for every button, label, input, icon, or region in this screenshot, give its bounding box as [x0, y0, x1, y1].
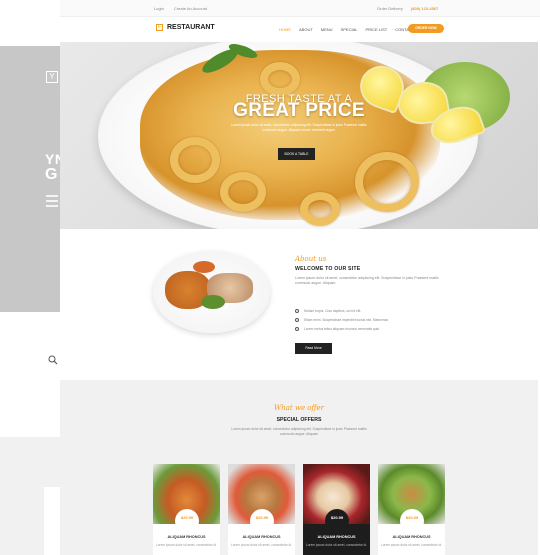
check-icon — [295, 326, 299, 331]
offer-name: ALIQUAM RHONCUS — [392, 535, 431, 539]
offer-desc: Lorem ipsum dolor sit amet, consectetur … — [381, 543, 442, 547]
list-item: Lorem metus tellus aliquam rhoncus venen… — [295, 324, 388, 333]
background-block — [0, 437, 60, 555]
welcome-text: Lorem ipsum dolor sit amet, consectetur … — [295, 276, 439, 285]
offers-script-heading: What we offer — [274, 404, 324, 412]
offer-card[interactable]: $20.99 ALIQUAM RHONCUS Lorem ipsum dolor… — [303, 464, 370, 555]
logo-icon: F — [156, 24, 163, 31]
nav-home[interactable]: HOME — [279, 27, 291, 32]
main-nav: HOME ABOUT MENU SPECIAL PRICE LIST CONTA… — [279, 27, 422, 32]
logo[interactable]: F RESTAURANT — [156, 24, 215, 31]
feature-list: Nullam turpis. Cras dapibus, orci id eli… — [295, 306, 388, 333]
offer-desc: Lorem ipsum dolor sit amet, consectetur … — [231, 543, 292, 547]
check-icon — [295, 317, 299, 322]
offer-card[interactable]: $20.99 ALIQUAM RHONCUS Lorem ipsum dolor… — [153, 464, 220, 555]
nav-about[interactable]: ABOUT — [299, 27, 313, 32]
logo-text: RESTAURANT — [167, 24, 215, 31]
list-item: Etiam enim. Suspendisse imperdiet luctus… — [295, 315, 388, 324]
price-badge: $20.99 — [325, 509, 349, 533]
calamari-ring — [170, 137, 220, 183]
background-slide: Y YN G — [0, 46, 65, 312]
hero-subtitle: Lorem ipsum dolor sit amet, consectetur … — [231, 123, 367, 132]
offer-card[interactable]: $20.99 ALIQUAM RHONCUS Lorem ipsum dolor… — [378, 464, 445, 555]
slide-heading-fragment-2: G — [45, 166, 58, 183]
price-badge: $20.99 — [250, 509, 274, 533]
phone-number[interactable]: (800) 123-4567 — [411, 6, 438, 11]
offer-name: ALIQUAM RHONCUS — [242, 535, 281, 539]
offer-name: ALIQUAM RHONCUS — [317, 535, 356, 539]
nav-special[interactable]: SPECIAL — [341, 27, 358, 32]
offer-desc: Lorem ipsum dolor sit amet, consectetur … — [306, 543, 367, 547]
book-table-button[interactable]: BOOK A TABLE — [278, 148, 315, 160]
offers-title: SPECIAL OFFERS — [276, 417, 322, 423]
special-offers-section: What we offer SPECIAL OFFERS Lorem ipsum… — [60, 380, 538, 555]
nav-menu[interactable]: MENU — [321, 27, 333, 32]
create-account-link[interactable]: Create An Account — [174, 6, 207, 11]
calamari-ring — [300, 192, 340, 226]
offer-card[interactable]: $20.99 ALIQUAM RHONCUS Lorem ipsum dolor… — [228, 464, 295, 555]
slide-text-lines — [46, 195, 58, 210]
hero-title-line2: GREAT PRICE — [233, 100, 365, 121]
read-more-button[interactable]: Read More — [295, 343, 332, 354]
price-badge: $20.99 — [175, 509, 199, 533]
site-header: F RESTAURANT HOME ABOUT MENU SPECIAL PRI… — [60, 17, 540, 42]
login-link[interactable]: Login — [154, 6, 164, 11]
order-now-button[interactable]: ORDER NOW — [408, 24, 444, 33]
offer-desc: Lorem ipsum dolor sit amet, consectetur … — [156, 543, 217, 547]
search-icon[interactable] — [48, 355, 58, 365]
calamari-ring — [220, 172, 266, 212]
welcome-script-heading: About us — [295, 255, 327, 263]
top-bar: Login Create An Account Order Delivery (… — [60, 0, 540, 17]
hero-banner: FRESH TASTE AT A GREAT PRICE Lorem ipsum… — [60, 42, 538, 229]
order-delivery-label: Order Delivery — [377, 6, 403, 11]
page: { "topbar": { "login": "Login", "create_… — [0, 0, 540, 555]
nav-price-list[interactable]: PRICE LIST — [365, 27, 387, 32]
check-icon — [295, 308, 299, 313]
calamari-ring — [260, 62, 300, 96]
welcome-title: WELCOME TO OUR SITE — [295, 266, 361, 272]
price-badge: $20.99 — [400, 509, 424, 533]
offers-text: Lorem ipsum dolor sit amet, consectetur … — [231, 427, 367, 436]
welcome-dish-image — [153, 251, 270, 333]
offer-name: ALIQUAM RHONCUS — [167, 535, 206, 539]
calamari-ring — [355, 152, 419, 212]
list-item: Nullam turpis. Cras dapibus, orci id eli… — [295, 306, 388, 315]
slide-badge: Y — [46, 71, 58, 83]
